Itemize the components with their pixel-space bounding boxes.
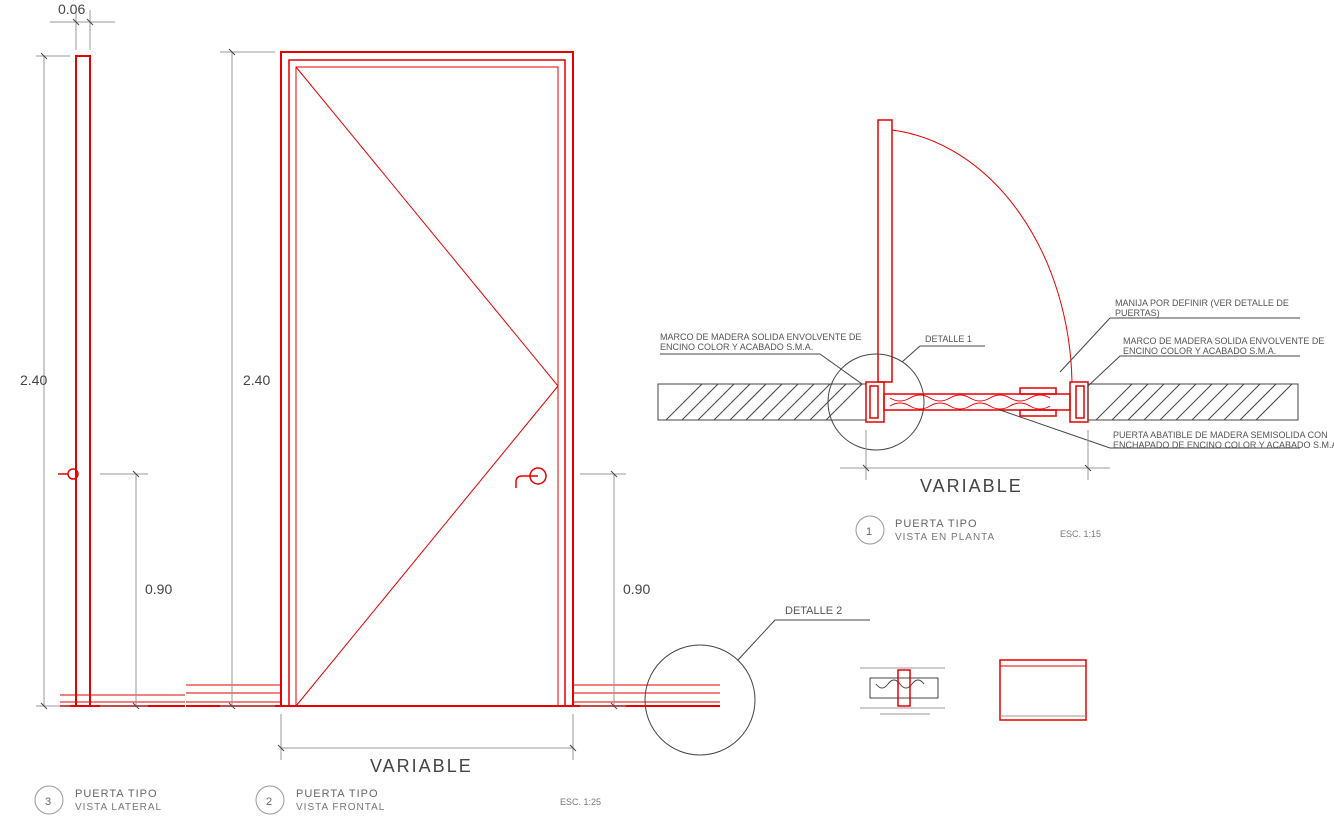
titleblock-2: 2 PUERTA TIPO VISTA FRONTAL ESC. 1:25 <box>256 786 601 814</box>
anno-manija-l1: MANIJA POR DEFINIR (VER DETALLE DE <box>1115 298 1289 308</box>
detail-small-1 <box>860 668 945 714</box>
dim-height-frontal: 2.40 <box>243 372 270 388</box>
label-detalle1: DETALLE 1 <box>925 334 972 344</box>
detail-small-2 <box>1000 660 1086 720</box>
title1-l2: VISTA EN PLANTA <box>895 532 995 543</box>
anno-manija-l2: PUERTAS) <box>1115 308 1160 318</box>
view-plan: DETALLE 1 MARCO DE MADERA SOLIDA ENVOLVE… <box>658 120 1334 496</box>
anno-marco-left-l2: ENCINO COLOR Y ACABADO S.M.A. <box>660 342 813 352</box>
anno-marco-right-l1: MARCO DE MADERA SOLIDA ENVOLVENTE DE <box>1123 336 1324 346</box>
drawing-canvas: 0.06 2.40 2.40 <box>0 0 1334 839</box>
dim-width-plan: VARIABLE <box>920 476 1023 496</box>
title3-num: 3 <box>45 796 52 808</box>
dim-width-frontal: VARIABLE <box>370 756 473 776</box>
title2-l2: VISTA FRONTAL <box>296 802 385 813</box>
title1-l1: PUERTA TIPO <box>895 518 978 530</box>
title2-l1: PUERTA TIPO <box>296 788 379 800</box>
view-frontal: 2.40 0.90 0.90 VARIABLE DETALLE 2 <box>100 49 870 776</box>
title3-l1: PUERTA TIPO <box>75 788 158 800</box>
dim-handle-lateral: 0.90 <box>145 581 172 597</box>
title3-l2: VISTA LATERAL <box>75 802 162 813</box>
title2-scale: ESC. 1:25 <box>560 797 601 807</box>
dim-thickness: 0.06 <box>58 1 85 17</box>
anno-marco-left-l1: MARCO DE MADERA SOLIDA ENVOLVENTE DE <box>660 332 861 342</box>
anno-puerta-l1: PUERTA ABATIBLE DE MADERA SEMISOLIDA CON <box>1113 430 1328 440</box>
view-lateral: 0.06 2.40 <box>20 1 185 709</box>
title1-num: 1 <box>866 526 873 538</box>
titleblock-3: 3 PUERTA TIPO VISTA LATERAL <box>35 786 162 814</box>
anno-marco-right-l2: ENCINO COLOR Y ACABADO S.M.A. <box>1123 346 1276 356</box>
label-detalle2: DETALLE 2 <box>785 605 842 617</box>
title2-num: 2 <box>266 796 273 808</box>
anno-puerta-l2: ENCHAPADO DE ENCINO COLOR Y ACABADO S.M.… <box>1113 440 1334 450</box>
titleblock-1: 1 PUERTA TIPO VISTA EN PLANTA ESC. 1:15 <box>856 516 1101 544</box>
title1-scale: ESC. 1:15 <box>1060 529 1101 539</box>
dim-handle-frontal: 0.90 <box>623 581 650 597</box>
dim-height-lateral: 2.40 <box>20 372 47 388</box>
